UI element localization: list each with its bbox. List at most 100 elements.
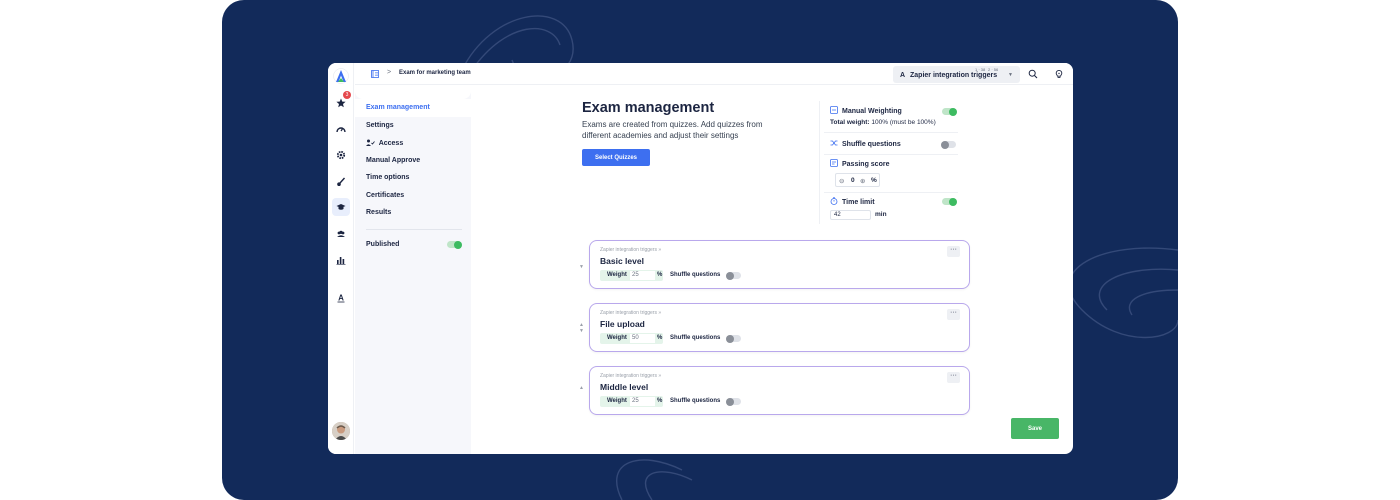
quiz-source[interactable]: Zapier integration triggers » — [600, 310, 661, 316]
toggle-knob — [941, 140, 949, 149]
increment-icon[interactable]: ⊕ — [860, 177, 865, 185]
user-check-icon — [366, 139, 375, 146]
more-options-button[interactable]: ··· — [947, 309, 960, 320]
passing-score-stepper[interactable]: ⊖ 0 ⊕ % — [835, 173, 880, 187]
brush-icon[interactable] — [332, 173, 350, 191]
weight-input[interactable]: 25 — [630, 397, 655, 406]
exam-sidebar: Exam management Settings Access Manual A… — [355, 63, 471, 454]
academy-cap-icon[interactable] — [332, 198, 350, 216]
panel-separator — [824, 132, 958, 133]
lightbulb-icon[interactable] — [1054, 69, 1064, 79]
gear-icon[interactable] — [332, 146, 350, 164]
manual-weighting-toggle[interactable] — [942, 107, 957, 116]
svg-text:A: A — [338, 294, 344, 303]
select-quizzes-button[interactable]: Select Quizzes — [582, 149, 650, 166]
quiz-shuffle-label: Shuffle questions — [670, 272, 721, 278]
weight-label: Weight — [607, 335, 627, 341]
integration-select[interactable]: 1 · 38 2 · 56 A Zapier integration trigg… — [893, 66, 1020, 83]
user-avatar[interactable] — [332, 422, 350, 440]
more-options-button[interactable]: ··· — [947, 246, 960, 257]
app-logo-icon[interactable] — [333, 68, 349, 84]
quiz-card: Zapier integration triggers » Basic leve… — [589, 240, 970, 289]
quiz-shuffle-label: Shuffle questions — [670, 335, 721, 341]
sidebar-item-time-options[interactable]: Time options — [366, 174, 409, 181]
quiz-title: Basic level — [600, 256, 644, 266]
page-title: Exam management — [582, 100, 715, 116]
move-up-icon[interactable]: ▲ — [579, 385, 584, 391]
weight-label: Weight — [607, 398, 627, 404]
quiz-source[interactable]: Zapier integration triggers » — [600, 247, 661, 253]
breadcrumb-current[interactable]: Exam for marketing team — [399, 70, 471, 76]
panel-separator — [824, 192, 958, 193]
quiz-card: Zapier integration triggers » File uploa… — [589, 303, 970, 352]
stopwatch-icon — [830, 197, 838, 205]
icon-rail: 3 A — [328, 63, 354, 454]
quiz-weight: Weight 50 % — [600, 333, 663, 344]
weight-unit: % — [657, 398, 663, 404]
time-limit-toggle[interactable] — [942, 197, 957, 206]
sidebar-toggle-icon[interactable] — [371, 70, 379, 78]
time-limit-row: Time limit — [830, 197, 875, 206]
quiz-shuffle-toggle[interactable] — [726, 271, 741, 280]
published-label: Published — [366, 241, 400, 248]
sidebar-item-certificates[interactable]: Certificates — [366, 192, 404, 199]
shuffle-row: Shuffle questions — [830, 139, 901, 148]
weight-unit: % — [657, 272, 663, 278]
quiz-weight: Weight 25 % — [600, 270, 663, 281]
sidebar-item-exam-management[interactable]: Exam management — [366, 104, 430, 111]
weight-input[interactable]: 50 — [630, 334, 655, 343]
toggle-knob — [949, 107, 957, 116]
academy-letter-icon[interactable]: A — [332, 289, 350, 307]
topbar: > Exam for marketing team 1 · 38 2 · 56 … — [355, 63, 1073, 85]
total-weight-value: 100% (must be 100%) — [871, 119, 936, 126]
sidebar-divider — [366, 229, 462, 230]
integration-select-label: Zapier integration triggers — [910, 72, 998, 79]
shuffle-questions-toggle[interactable] — [941, 140, 956, 149]
quiz-title: Middle level — [600, 382, 649, 392]
passing-score-unit: % — [871, 177, 877, 184]
sidebar-item-access[interactable]: Access — [366, 139, 403, 147]
sidebar-item-results[interactable]: Results — [366, 209, 391, 216]
dashboard-gauge-icon[interactable] — [332, 120, 350, 138]
quiz-card: Zapier integration triggers » Middle lev… — [589, 366, 970, 415]
weight-unit: % — [657, 335, 663, 341]
toggle-knob — [949, 197, 957, 206]
more-options-button[interactable]: ··· — [947, 372, 960, 383]
time-limit-label: Time limit — [842, 199, 875, 206]
toggle-knob — [726, 397, 734, 406]
quiz-source[interactable]: Zapier integration triggers » — [600, 373, 661, 379]
breadcrumb-separator: > — [387, 69, 392, 76]
sidebar-item-manual-approve[interactable]: Manual Approve — [366, 157, 420, 164]
quiz-shuffle-label: Shuffle questions — [670, 398, 721, 404]
chevron-down-icon: ▼ — [1008, 72, 1013, 78]
move-down-icon[interactable]: ▼ — [579, 264, 584, 270]
users-group-icon[interactable] — [332, 225, 350, 243]
published-toggle[interactable] — [447, 240, 462, 249]
weight-input[interactable]: 25 — [630, 271, 655, 280]
toggle-knob — [454, 240, 462, 249]
total-weight-label: Total weight: — [830, 119, 870, 126]
quiz-shuffle-toggle[interactable] — [726, 334, 741, 343]
notification-badge: 3 — [343, 91, 351, 99]
panel-separator — [824, 154, 958, 155]
app-window: 3 A Exam management Settings Access Manu… — [328, 63, 1073, 454]
sidebar-top-cap — [355, 85, 471, 99]
move-down-icon[interactable]: ▼ — [579, 328, 584, 334]
toggle-knob — [726, 271, 734, 280]
score-icon — [830, 159, 838, 167]
bar-chart-icon[interactable] — [332, 251, 350, 269]
quiz-shuffle-toggle[interactable] — [726, 397, 741, 406]
weight-label: Weight — [607, 272, 627, 278]
time-limit-input[interactable]: 42 — [830, 210, 871, 220]
decrement-icon[interactable]: ⊖ — [839, 177, 844, 185]
passing-score-value: 0 — [851, 177, 855, 184]
search-icon[interactable] — [1028, 69, 1038, 79]
save-button[interactable]: Save — [1011, 418, 1059, 439]
time-limit-unit: min — [875, 211, 887, 218]
quiz-title: File upload — [600, 319, 645, 329]
passing-score-row: Passing score — [830, 159, 889, 168]
total-weight: Total weight: 100% (must be 100%) — [830, 119, 936, 126]
sidebar-item-label: Access — [378, 140, 404, 147]
sidebar-item-settings[interactable]: Settings — [366, 122, 394, 129]
shuffle-icon — [830, 140, 838, 146]
